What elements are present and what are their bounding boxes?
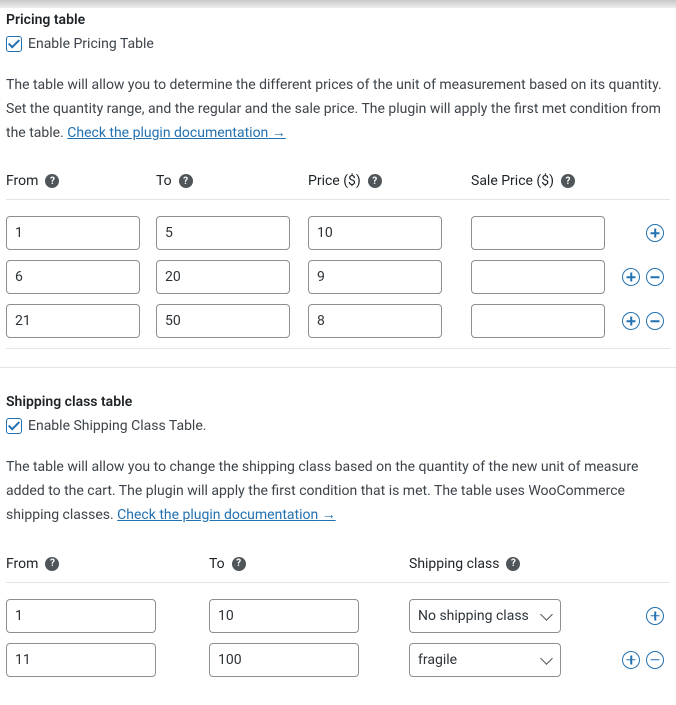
add-row-button[interactable]	[622, 651, 640, 669]
enable-pricing-checkbox[interactable]	[6, 36, 22, 52]
shipping-doc-link[interactable]: Check the plugin documentation	[117, 507, 336, 523]
shipping-description: The table will allow you to change the s…	[6, 456, 670, 527]
add-row-button[interactable]	[622, 268, 640, 286]
add-row-button[interactable]	[646, 224, 664, 242]
table-row: fragile	[6, 643, 670, 677]
help-icon[interactable]: ?	[45, 557, 59, 571]
from-input[interactable]	[6, 643, 156, 677]
remove-row-button[interactable]	[646, 651, 664, 669]
table-row	[6, 304, 670, 338]
pricing-title: Pricing table	[6, 12, 670, 28]
shipping-table-header: From ? To ? Shipping class ?	[6, 548, 670, 583]
price-input[interactable]	[308, 304, 442, 338]
price-input[interactable]	[308, 260, 442, 294]
pricing-table-header: From ? To ? Price ($) ? Sale Price ($) ?	[6, 165, 670, 200]
pricing-doc-link[interactable]: Check the plugin documentation	[67, 125, 286, 141]
help-icon[interactable]: ?	[368, 174, 382, 188]
table-row: No shipping class	[6, 599, 670, 633]
enable-shipping-label: Enable Shipping Class Table.	[28, 418, 206, 434]
sale-input[interactable]	[471, 260, 605, 294]
header-shipping-class: Shipping class ?	[409, 556, 584, 572]
shipping-title: Shipping class table	[6, 394, 670, 410]
from-input[interactable]	[6, 216, 140, 250]
help-icon[interactable]: ?	[179, 174, 193, 188]
add-row-button[interactable]	[646, 607, 664, 625]
add-row-button[interactable]	[622, 312, 640, 330]
header-price: Price ($) ?	[308, 173, 471, 189]
help-icon[interactable]: ?	[45, 174, 59, 188]
header-from: From ?	[6, 173, 156, 189]
shipping-class-section: Shipping class table Enable Shipping Cla…	[0, 367, 676, 704]
header-sale: Sale Price ($) ?	[471, 173, 611, 189]
pricing-table-section: Pricing table Enable Pricing Table The t…	[0, 8, 676, 367]
sale-input[interactable]	[471, 216, 605, 250]
enable-shipping-checkbox[interactable]	[6, 418, 22, 434]
help-icon[interactable]: ?	[561, 174, 575, 188]
table-row	[6, 216, 670, 250]
from-input[interactable]	[6, 260, 140, 294]
to-input[interactable]	[209, 643, 359, 677]
to-input[interactable]	[156, 216, 290, 250]
from-input[interactable]	[6, 304, 140, 338]
divider	[6, 348, 670, 349]
remove-row-button[interactable]	[646, 312, 664, 330]
to-input[interactable]	[156, 304, 290, 338]
help-icon[interactable]: ?	[232, 557, 246, 571]
header-from: From ?	[6, 556, 209, 572]
enable-shipping-row[interactable]: Enable Shipping Class Table.	[6, 418, 670, 434]
shipping-class-select[interactable]: fragile	[409, 643, 561, 677]
enable-pricing-row[interactable]: Enable Pricing Table	[6, 36, 670, 52]
pricing-description: The table will allow you to determine th…	[6, 74, 670, 145]
sale-input[interactable]	[471, 304, 605, 338]
from-input[interactable]	[6, 599, 156, 633]
price-input[interactable]	[308, 216, 442, 250]
enable-pricing-label: Enable Pricing Table	[28, 36, 154, 52]
table-row	[6, 260, 670, 294]
header-to: To ?	[156, 173, 308, 189]
help-icon[interactable]: ?	[506, 557, 520, 571]
to-input[interactable]	[156, 260, 290, 294]
shipping-class-select[interactable]: No shipping class	[409, 599, 561, 633]
to-input[interactable]	[209, 599, 359, 633]
header-to: To ?	[209, 556, 409, 572]
remove-row-button[interactable]	[646, 268, 664, 286]
